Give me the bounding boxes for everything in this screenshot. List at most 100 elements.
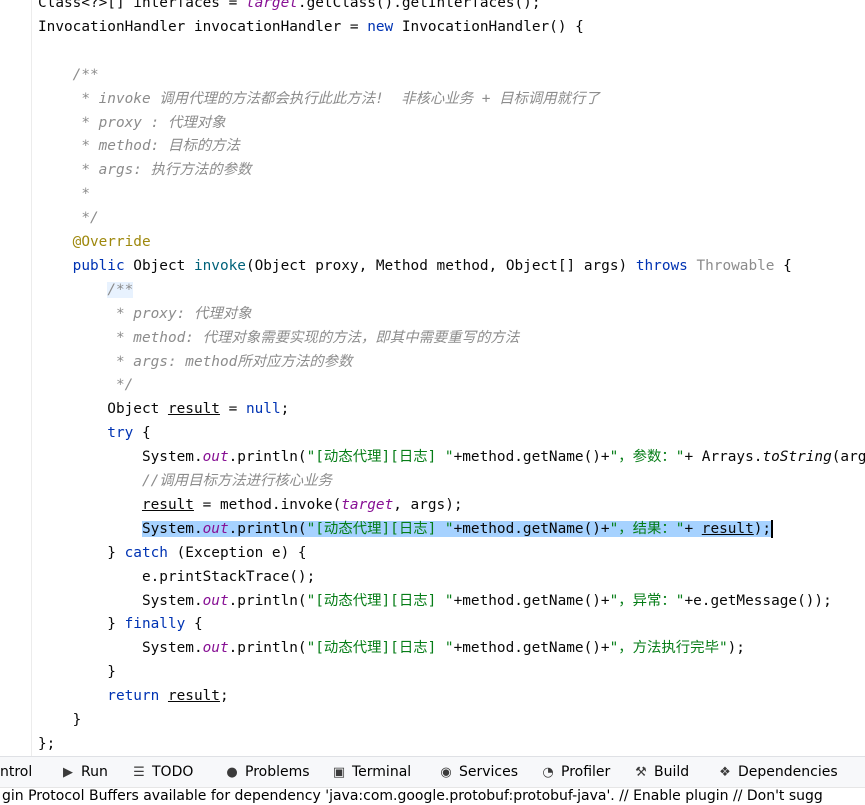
code-token: return: [38, 688, 160, 705]
code-token: */: [38, 210, 99, 227]
code-token: }: [38, 712, 82, 728]
code-line[interactable]: * args: method所对应方法的参数: [0, 350, 352, 374]
code-token: result: [141, 496, 194, 513]
tool-control-button[interactable]: ntrol: [0, 757, 32, 787]
code-line[interactable]: };: [0, 732, 55, 756]
code-line[interactable]: }: [0, 660, 116, 684]
code-token: .getClass().getInterfaces();: [297, 0, 541, 11]
code-token: +: [684, 520, 702, 537]
tool-dependencies-label: Dependencies: [738, 764, 838, 780]
code-token: "[动态代理][日志] ": [306, 640, 454, 657]
code-line[interactable]: System.out.println("[动态代理][日志] "+method.…: [0, 445, 865, 469]
code-token: //调用目标方法进行核心业务: [38, 473, 332, 489]
code-token: {: [133, 425, 151, 442]
tool-services-label: Services: [459, 764, 519, 780]
code-token: {: [185, 616, 203, 633]
tool-build-button[interactable]: ⚒ Build: [633, 757, 689, 787]
code-line[interactable]: * proxy: 代理对象: [0, 302, 252, 326]
code-line[interactable]: result = method.invoke(target, args);: [0, 493, 463, 517]
code-token: );: [727, 640, 745, 657]
code-line[interactable]: }: [0, 708, 82, 732]
code-line[interactable]: *: [0, 182, 90, 206]
dependencies-icon: ❖: [719, 764, 731, 780]
tool-dependencies-button[interactable]: ❖ Dependencies: [717, 757, 838, 787]
tool-run-button[interactable]: ▶ Run: [60, 757, 108, 787]
code-line[interactable]: * invoke 调用代理的方法都会执行此此方法! 非核心业务 + 目标调用就行…: [0, 87, 600, 111]
code-editor[interactable]: Class<?>[] interfaces = target.getClass(…: [0, 0, 865, 756]
todo-icon: ☰: [133, 764, 145, 780]
code-token: +method.getName()+: [453, 592, 610, 609]
code-line[interactable]: */: [0, 373, 133, 397]
code-token: .println(: [228, 640, 307, 657]
status-bar: gin Protocol Buffers available for depen…: [0, 787, 865, 805]
code-token: (Object proxy, Method method, Object[] a…: [245, 257, 636, 274]
code-token: null: [245, 401, 281, 418]
tool-profiler-button[interactable]: ◔ Profiler: [540, 757, 610, 787]
tool-problems-button[interactable]: ● Problems: [224, 757, 309, 787]
code-line[interactable]: * proxy : 代理对象: [0, 111, 226, 135]
problems-icon: ●: [226, 764, 238, 780]
code-line[interactable]: Object result = null;: [0, 397, 289, 421]
text-caret: [771, 519, 774, 538]
tool-services-button[interactable]: ◉ Services: [438, 757, 518, 787]
code-token: catch: [124, 544, 168, 561]
tool-build-label: Build: [654, 764, 690, 780]
code-token: "，方法执行完毕": [609, 640, 728, 657]
code-token: out: [202, 640, 229, 657]
tool-terminal-button[interactable]: ▣ Terminal: [331, 757, 411, 787]
code-token: + Arrays.: [684, 449, 763, 466]
code-token: public: [38, 257, 125, 274]
tool-todo-button[interactable]: ☰ TODO: [131, 757, 193, 787]
code-token: (Exception e) {: [167, 544, 307, 561]
code-line[interactable]: e.printStackTrace();: [0, 565, 315, 589]
code-token: toString: [762, 449, 832, 466]
code-line[interactable]: InvocationHandler invocationHandler = ne…: [0, 15, 584, 39]
code-line[interactable]: public Object invoke(Object proxy, Metho…: [0, 254, 792, 278]
code-token: finally: [124, 616, 186, 633]
terminal-icon: ▣: [332, 764, 346, 780]
code-token: ;: [280, 401, 290, 418]
code-token: InvocationHandler invocationHandler =: [38, 18, 368, 35]
tool-run-label: Run: [81, 764, 108, 780]
code-line[interactable]: } catch (Exception e) {: [0, 541, 307, 565]
code-line[interactable]: return result;: [0, 684, 228, 708]
code-token: * proxy : 代理对象: [38, 114, 226, 131]
code-token: +method.getName()+: [453, 640, 610, 657]
code-token: }: [38, 544, 125, 561]
code-line[interactable]: */: [0, 206, 99, 230]
code-token: out: [202, 520, 229, 537]
code-token: * method: 目标的方法: [38, 138, 240, 155]
code-token: Throwable: [696, 257, 775, 274]
code-token: .println(: [228, 520, 307, 537]
code-token: }: [38, 616, 125, 633]
code-token: "[动态代理][日志] ": [306, 449, 454, 466]
code-line[interactable]: } finally {: [0, 612, 203, 636]
code-token: .println(: [228, 592, 307, 609]
code-token: result: [167, 688, 220, 705]
code-token: +method.getName()+: [453, 520, 610, 537]
code-line[interactable]: try {: [0, 421, 151, 445]
code-token: throws: [635, 257, 688, 274]
code-token: out: [202, 592, 229, 609]
code-line[interactable]: @Override: [0, 230, 151, 254]
code-line[interactable]: Class<?>[] interfaces = target.getClass(…: [0, 0, 541, 15]
code-line[interactable]: System.out.println("[动态代理][日志] "+method.…: [0, 636, 745, 660]
code-token: System.: [38, 592, 203, 609]
code-token: InvocationHandler() {: [393, 18, 584, 35]
code-line[interactable]: * method: 目标的方法: [0, 134, 240, 158]
code-line[interactable]: /**: [0, 278, 134, 302]
code-token: (args));: [831, 449, 865, 466]
code-line[interactable]: [0, 39, 38, 63]
code-line[interactable]: * args: 执行方法的参数: [0, 158, 251, 182]
code-line[interactable]: * method: 代理对象需要实现的方法，即其中需要重写的方法: [0, 326, 519, 350]
code-line[interactable]: /**: [0, 63, 99, 87]
code-line[interactable]: System.out.println("[动态代理][日志] "+method.…: [0, 589, 832, 613]
code-token: * args: 执行方法的参数: [38, 162, 252, 179]
code-token: result: [167, 401, 220, 418]
code-line[interactable]: //调用目标方法进行核心业务: [0, 469, 332, 493]
code-line[interactable]: System.out.println("[动态代理][日志] "+method.…: [0, 517, 774, 541]
